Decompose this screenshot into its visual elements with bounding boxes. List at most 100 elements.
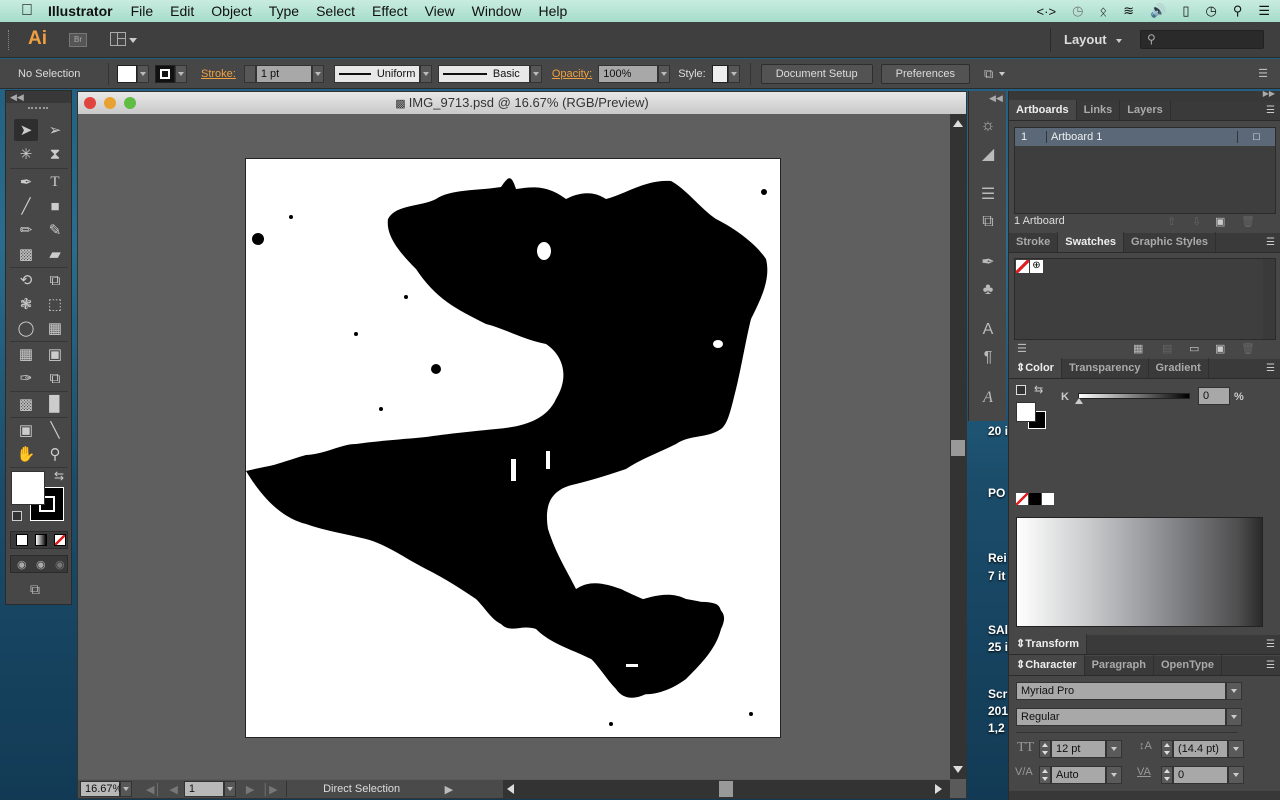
menu-window[interactable]: Window xyxy=(472,3,522,19)
tab-gradient[interactable]: Gradient xyxy=(1149,358,1209,378)
new-color-group-icon[interactable]: ▭ xyxy=(1189,342,1199,355)
hand-tool-icon[interactable]: ✋ xyxy=(14,443,38,465)
tracking-field[interactable]: 0 xyxy=(1173,766,1228,784)
scale-tool-icon[interactable]: ⧉ xyxy=(43,269,67,291)
chevron-down-icon[interactable] xyxy=(129,38,137,43)
tab-swatches[interactable]: Swatches xyxy=(1058,232,1124,252)
code-icon[interactable]: <·> xyxy=(1037,4,1057,19)
fill-color-box[interactable] xyxy=(11,471,45,505)
tab-transform[interactable]: ⇕Transform xyxy=(1009,634,1088,654)
desktop-item-label[interactable]: 201 xyxy=(988,704,1008,718)
collapse-tools-icon[interactable]: ◀◀ xyxy=(6,91,71,103)
gradient-panel-icon[interactable]: ◢ xyxy=(977,143,999,165)
zoom-level-field[interactable]: 16.67% xyxy=(80,781,122,797)
menu-object[interactable]: Object xyxy=(211,3,251,19)
tab-color[interactable]: ⇕Color xyxy=(1009,358,1062,378)
default-colors-icon[interactable] xyxy=(12,511,22,521)
none-swatch[interactable] xyxy=(1016,260,1029,273)
pencil-tool-icon[interactable]: ✎ xyxy=(43,219,67,241)
selection-tool-icon[interactable]: ➤ xyxy=(14,119,38,141)
wifi-icon[interactable]: ≋ xyxy=(1123,3,1134,19)
spotlight-icon[interactable]: ⚲ xyxy=(1233,3,1243,19)
fill-dropdown[interactable] xyxy=(137,64,149,83)
font-size-field[interactable]: 12 pt xyxy=(1051,740,1106,758)
chevron-down-icon[interactable] xyxy=(999,71,1006,76)
zoom-dropdown[interactable] xyxy=(120,781,132,797)
close-window-button[interactable] xyxy=(84,97,96,109)
color-spectrum-ramp[interactable] xyxy=(1016,517,1263,627)
horizontal-scrollbar[interactable] xyxy=(503,780,950,798)
new-artboard-icon[interactable]: ▣ xyxy=(1215,215,1225,228)
direct-selection-tool-icon[interactable]: ➢ xyxy=(43,119,67,141)
paragraph-styles-icon[interactable]: ¶ xyxy=(977,347,999,369)
brush-definition[interactable]: Basic xyxy=(437,64,530,83)
next-artboard-icon[interactable]: ▶ xyxy=(246,783,254,796)
panel-menu-icon[interactable]: ☰ xyxy=(1266,639,1275,650)
font-family-dropdown[interactable] xyxy=(1226,682,1242,700)
font-style-dropdown[interactable] xyxy=(1226,708,1242,726)
kerning-dropdown[interactable] xyxy=(1106,766,1122,784)
panel-menu-icon[interactable]: ☰ xyxy=(1266,660,1275,671)
tracking-dropdown[interactable] xyxy=(1228,766,1244,784)
stroke-weight-dropdown[interactable] xyxy=(311,64,324,83)
desktop-item-label[interactable]: Rei xyxy=(988,551,1007,565)
grip-handle[interactable] xyxy=(8,30,11,50)
artboard-row[interactable]: 1 Artboard 1 □ xyxy=(1015,128,1275,146)
delete-swatch-icon[interactable]: 🗑 xyxy=(1241,342,1255,355)
artboard[interactable] xyxy=(245,158,781,738)
screen-mode-icon[interactable]: ⧉ xyxy=(30,581,40,598)
tab-character[interactable]: ⇕Character xyxy=(1009,655,1085,675)
menu-effect[interactable]: Effect xyxy=(372,3,408,19)
pen-tool-icon[interactable]: ✒ xyxy=(14,171,38,193)
swatches-scrollbar[interactable] xyxy=(1263,259,1275,339)
tab-graphic-styles[interactable]: Graphic Styles xyxy=(1124,232,1217,252)
color-mode-icon[interactable] xyxy=(16,534,28,546)
font-size-dropdown[interactable] xyxy=(1106,740,1122,758)
line-tool-icon[interactable]: ╱ xyxy=(14,195,38,217)
slice-tool-icon[interactable]: ╲ xyxy=(43,419,67,441)
desktop-item-label[interactable]: PO xyxy=(988,486,1005,500)
desktop-item-label[interactable]: 25 i xyxy=(988,640,1008,654)
blend-tool-icon[interactable]: ⧉ xyxy=(43,367,67,389)
k-value-field[interactable]: 0 xyxy=(1198,387,1230,405)
stroke-dropdown[interactable] xyxy=(175,64,187,83)
vertical-scroll-thumb[interactable] xyxy=(951,440,965,456)
opacity-field[interactable]: 100% xyxy=(598,64,659,83)
volume-icon[interactable]: 🔊 xyxy=(1150,3,1166,19)
artboard-dropdown[interactable] xyxy=(223,781,236,797)
panel-menu-icon[interactable]: ☰ xyxy=(1266,105,1275,116)
k-slider-track[interactable] xyxy=(1078,393,1190,399)
warp-tool-icon[interactable]: ❃ xyxy=(14,293,38,315)
isolate-object-icon[interactable]: ⧉ xyxy=(984,66,993,82)
panel-menu-icon[interactable]: ☰ xyxy=(1266,363,1275,374)
tab-artboards[interactable]: Artboards xyxy=(1009,100,1077,120)
app-menu[interactable]: Illustrator xyxy=(48,3,113,19)
profile-dropdown[interactable] xyxy=(419,64,432,83)
none-mode-icon[interactable] xyxy=(54,534,66,546)
rectangle-tool-icon[interactable]: ■ xyxy=(43,195,67,217)
new-swatch-icon[interactable]: ▣ xyxy=(1215,342,1225,355)
kerning-field[interactable]: Auto xyxy=(1051,766,1106,784)
artboard-name[interactable]: Artboard 1 xyxy=(1047,131,1237,143)
lasso-tool-icon[interactable]: ⧗ xyxy=(43,143,67,165)
delete-icon[interactable]: 🗑 xyxy=(1241,215,1255,228)
default-fill-stroke-icon[interactable] xyxy=(1016,385,1026,395)
show-swatch-kinds-icon[interactable]: ▦ xyxy=(1133,342,1143,355)
apple-menu-icon[interactable]:  xyxy=(18,2,36,20)
swatch-libraries-icon[interactable]: ☰ xyxy=(1017,342,1027,355)
free-transform-tool-icon[interactable]: ⬚ xyxy=(43,293,67,315)
gradient-mode-icon[interactable] xyxy=(35,534,47,546)
tab-links[interactable]: Links xyxy=(1077,100,1121,120)
swap-fill-stroke-icon[interactable]: ⇆ xyxy=(1034,383,1043,396)
tab-opentype[interactable]: OpenType xyxy=(1154,655,1222,675)
swap-colors-icon[interactable]: ⇆ xyxy=(54,469,64,483)
artboard-options-icon[interactable]: □ xyxy=(1237,131,1275,143)
menu-edit[interactable]: Edit xyxy=(170,3,194,19)
zoom-window-button[interactable] xyxy=(124,97,136,109)
workspace-switcher[interactable]: Layout xyxy=(1064,32,1123,47)
symbols-panel-icon[interactable]: ♣ xyxy=(977,279,999,301)
glyphs-panel-icon[interactable]: A xyxy=(977,387,999,409)
document-setup-button[interactable]: Document Setup xyxy=(760,63,873,84)
blob-brush-tool-icon[interactable]: ▩ xyxy=(14,243,38,265)
desktop-item-label[interactable]: SAl xyxy=(988,623,1008,637)
